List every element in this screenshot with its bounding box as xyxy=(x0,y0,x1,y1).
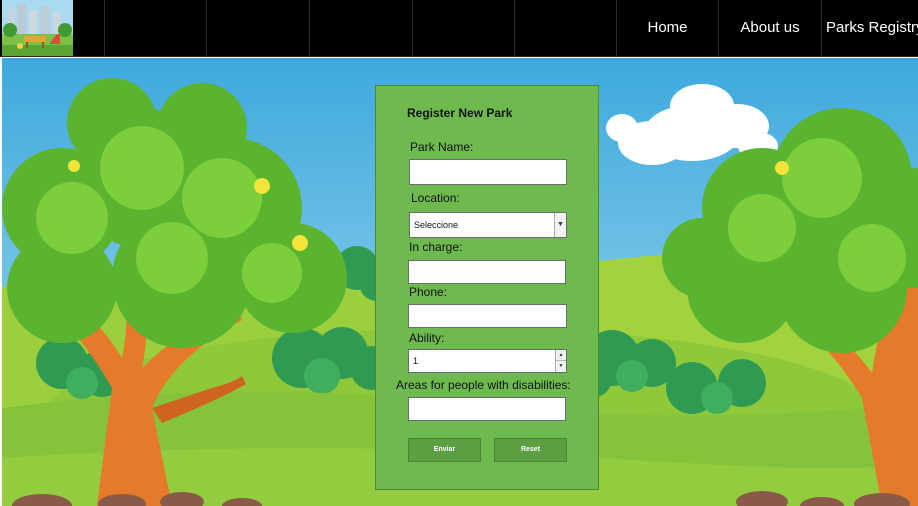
reset-button[interactable]: Reset xyxy=(494,438,567,462)
location-select[interactable]: Seleccione ▼ xyxy=(409,212,567,238)
accessibility-areas-input[interactable] xyxy=(408,397,566,421)
accessibility-areas-label: Areas for people with disabilities: xyxy=(396,378,571,392)
nav-empty-cell xyxy=(412,0,514,57)
in-charge-label: In charge: xyxy=(409,240,463,254)
nav-empty-cell xyxy=(309,0,412,57)
chevron-down-icon[interactable]: ▼ xyxy=(554,213,566,237)
location-label: Location: xyxy=(411,191,460,205)
nav-link-about-us[interactable]: About us xyxy=(718,0,821,57)
phone-input[interactable] xyxy=(408,304,567,328)
location-select-value: Seleccione xyxy=(414,220,459,230)
register-park-form: Register New Park Park Name: Location: S… xyxy=(375,85,599,490)
park-logo[interactable] xyxy=(2,0,73,56)
nav-empty-cell xyxy=(206,0,309,57)
top-navbar: Home About us Parks Registry xyxy=(0,0,918,57)
ability-spinner[interactable]: ▲ ▼ xyxy=(555,350,566,372)
spinner-down-icon[interactable]: ▼ xyxy=(556,361,566,372)
nav-empty-cell xyxy=(514,0,616,57)
nav-link-parks-registry[interactable]: Parks Registry xyxy=(821,0,918,57)
nav-empty-cell xyxy=(104,0,206,57)
phone-label: Phone: xyxy=(409,285,448,299)
ability-label: Ability: xyxy=(409,331,445,345)
submit-button[interactable]: Enviar xyxy=(408,438,481,462)
form-title: Register New Park xyxy=(407,106,513,120)
ability-number-input[interactable]: 1 ▲ ▼ xyxy=(408,349,567,373)
in-charge-input[interactable] xyxy=(408,260,566,284)
park-name-input[interactable] xyxy=(409,159,567,185)
nav-link-home[interactable]: Home xyxy=(616,0,718,57)
park-name-label: Park Name: xyxy=(410,140,474,154)
spinner-up-icon[interactable]: ▲ xyxy=(556,350,566,361)
ability-value: 1 xyxy=(413,356,419,366)
